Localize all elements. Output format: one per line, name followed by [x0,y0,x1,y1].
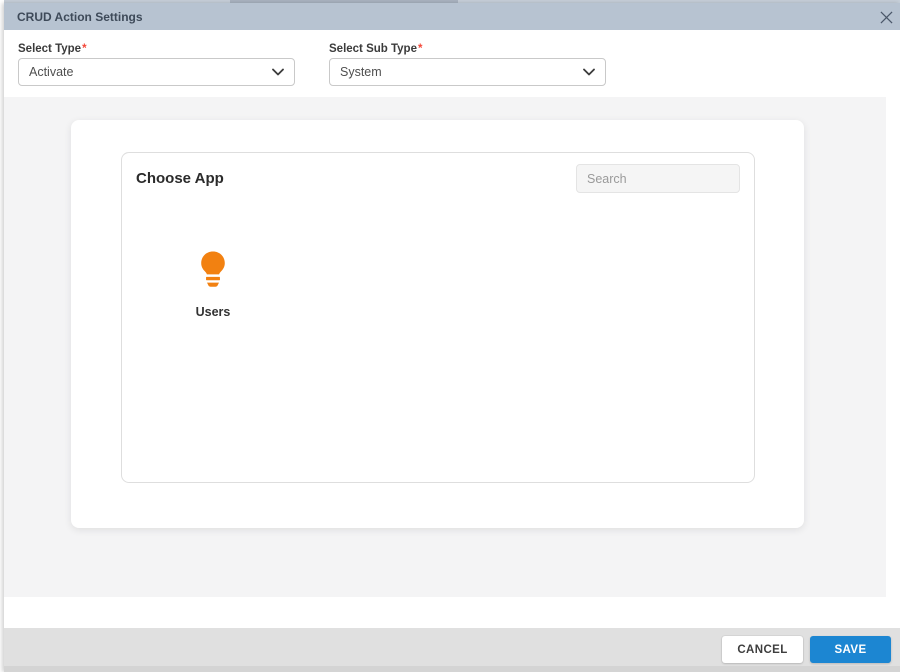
required-asterisk: * [82,43,87,55]
app-chooser-card: Choose App Users [71,120,804,528]
select-type-label-text: Select Type [18,43,82,55]
close-icon[interactable] [878,9,894,25]
app-item-label: Users [195,305,231,319]
modal-footer: CANCEL SAVE [4,628,900,666]
cancel-button[interactable]: CANCEL [722,636,803,663]
select-sub-type-dropdown[interactable]: System [329,58,606,86]
app-item-users[interactable]: Users [182,251,244,319]
chevron-down-icon [583,63,595,81]
search-input[interactable] [576,164,740,193]
select-sub-type-value: System [340,65,382,79]
lightbulb-icon [198,251,228,291]
select-sub-type-label-text: Select Sub Type [329,43,417,55]
crud-action-settings-screen: CRUD Action Settings Select Type* Activa… [0,0,900,672]
modal-header: CRUD Action Settings [4,3,900,30]
bottom-edge-strip [4,666,900,672]
modal-title: CRUD Action Settings [17,10,143,24]
select-sub-type-label: Select Sub Type* [329,43,422,55]
choose-app-heading: Choose App [136,170,224,187]
save-button[interactable]: SAVE [810,636,891,663]
choose-app-panel: Choose App Users [121,152,755,483]
select-type-value: Activate [29,65,74,79]
select-type-dropdown[interactable]: Activate [18,58,295,86]
select-type-label: Select Type* [18,43,87,55]
chevron-down-icon [272,63,284,81]
required-asterisk: * [417,43,423,55]
crud-action-settings-modal: CRUD Action Settings Select Type* Activa… [4,3,900,672]
